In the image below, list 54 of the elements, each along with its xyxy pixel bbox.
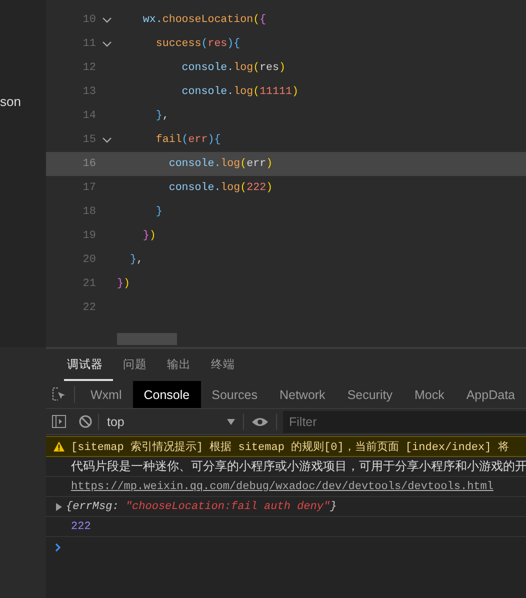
- line-number: 13: [82, 86, 96, 98]
- code-line: success(res){: [154, 38, 240, 50]
- fold-icon[interactable]: [102, 137, 112, 143]
- code-line: console.log(11111): [180, 86, 298, 98]
- scrollbar-thumb[interactable]: [117, 333, 177, 345]
- devtools-tab[interactable]: Console: [132, 381, 201, 408]
- sidebar-item[interactable]: son: [0, 94, 21, 109]
- line-number: 12: [82, 62, 96, 74]
- line-number: 11: [82, 38, 96, 50]
- fold-icon[interactable]: [102, 41, 112, 47]
- line-number: 15: [82, 134, 96, 146]
- code-line: }: [154, 206, 162, 218]
- devtools-tab[interactable]: Network: [268, 381, 336, 408]
- code-line: fail(err){: [154, 134, 221, 146]
- devtools-tab[interactable]: AppData: [455, 381, 526, 408]
- code-line: console.log(222): [168, 182, 273, 194]
- code-line: },: [128, 254, 143, 266]
- line-number: 16: [82, 158, 96, 170]
- caret-icon: [227, 418, 235, 424]
- panel-tab[interactable]: 终端: [201, 349, 245, 381]
- warning-icon: [53, 441, 65, 452]
- line-number: 20: [82, 254, 96, 266]
- code-line: console.log(res): [180, 62, 286, 74]
- docs-link[interactable]: https://mp.weixin.qq.com/debug/wxadoc/dev/devtools/devtools.html: [46, 480, 494, 492]
- line-number: 22: [82, 302, 96, 314]
- code-line: },: [154, 110, 169, 122]
- devtools-tab[interactable]: Security: [336, 381, 404, 408]
- sidebar-toggle-icon[interactable]: [52, 415, 66, 428]
- devtools-tab[interactable]: Sources: [200, 381, 268, 408]
- code-line: console.log(err): [168, 158, 273, 170]
- warning-text: [sitemap 索引情况提示] 根据 sitemap 的规则[0]，当前页面 [index/index] 将: [70, 440, 509, 454]
- context-dropdown[interactable]: top: [99, 414, 243, 428]
- inspect-icon[interactable]: [52, 387, 68, 402]
- line-number: 14: [82, 110, 96, 122]
- object-log[interactable]: {errMsg: "chooseLocation:fail auth deny"}: [62, 500, 337, 512]
- code-line: }): [117, 278, 130, 290]
- clear-icon[interactable]: [78, 415, 92, 428]
- code-line: wx.chooseLocation({: [142, 14, 266, 26]
- devtools-tab[interactable]: Wxml: [79, 381, 133, 408]
- prompt-icon[interactable]: [55, 542, 61, 552]
- line-number: 17: [82, 182, 96, 194]
- fold-icon[interactable]: [102, 17, 112, 23]
- devtools-tab[interactable]: Mock: [403, 381, 456, 408]
- log-number: 222: [70, 520, 91, 532]
- line-number: 21: [82, 278, 96, 290]
- eye-icon[interactable]: [252, 416, 268, 426]
- line-number: 10: [82, 14, 96, 26]
- expand-icon[interactable]: [56, 502, 62, 510]
- line-number: 18: [82, 206, 96, 218]
- panel-tab[interactable]: 输出: [157, 349, 201, 381]
- line-number: 19: [82, 230, 96, 242]
- panel-tab[interactable]: 问题: [113, 349, 157, 381]
- filter-field[interactable]: Filter: [283, 410, 526, 432]
- code-line: }): [142, 230, 156, 242]
